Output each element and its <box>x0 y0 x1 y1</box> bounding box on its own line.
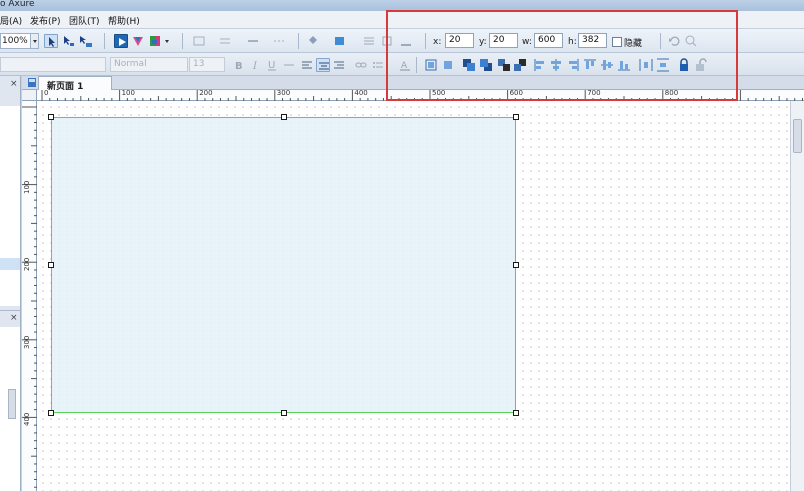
group-icon[interactable] <box>192 34 206 48</box>
strikethrough-icon[interactable] <box>282 58 296 72</box>
fill-color-icon[interactable] <box>306 34 320 48</box>
resize-handle-e[interactable] <box>513 262 519 268</box>
ruler-label: 300 <box>276 89 291 97</box>
menu-team[interactable]: 团队(T) <box>69 14 100 27</box>
svg-text:U: U <box>268 60 275 71</box>
vertical-scrollbar[interactable] <box>790 101 804 491</box>
axure-window: o Axure 局(A) 发布(P) 团队(T) 帮助(H) 100% x: 2… <box>0 0 804 491</box>
svg-text:B: B <box>235 61 243 72</box>
resize-handle-w[interactable] <box>48 262 54 268</box>
menu-help[interactable]: 帮助(H) <box>108 14 140 27</box>
connector-icon[interactable] <box>61 34 75 48</box>
italic-icon[interactable]: I <box>249 58 263 72</box>
zoom-value: 100% <box>2 36 28 46</box>
ruler-ticks <box>22 106 37 488</box>
selected-page-row[interactable] <box>0 258 20 270</box>
menu-layout[interactable]: 局(A) <box>0 14 22 27</box>
scrollbar-thumb[interactable] <box>8 389 16 419</box>
align-left-icon[interactable] <box>300 58 314 72</box>
font-style-select[interactable]: Normal <box>110 57 188 72</box>
underline-icon[interactable]: U <box>265 58 279 72</box>
ruler-label: 200 <box>23 257 31 272</box>
share-icon[interactable] <box>131 34 145 48</box>
align-right-icon[interactable] <box>332 58 346 72</box>
left-sidebar: × × <box>0 76 21 491</box>
close-icon[interactable]: × <box>47 79 55 89</box>
chevron-down-icon[interactable] <box>165 40 169 43</box>
annotation-highlight-box <box>386 10 738 101</box>
menu-publish[interactable]: 发布(P) <box>30 14 60 27</box>
generate-icon[interactable] <box>149 34 163 48</box>
link-icon[interactable] <box>354 58 368 72</box>
ruler-label: 400 <box>354 89 368 97</box>
line-pattern-icon[interactable] <box>272 34 286 48</box>
shadow-icon[interactable] <box>333 34 347 48</box>
resize-handle-n[interactable] <box>281 114 287 120</box>
sitemap-panel <box>0 106 20 306</box>
tab-new-page[interactable]: 新页面 1 × <box>38 76 112 92</box>
scrollbar-thumb[interactable] <box>793 119 802 153</box>
ruler-label: 200 <box>199 89 213 97</box>
select-pointer-icon[interactable] <box>44 34 58 48</box>
resize-handle-sw[interactable] <box>48 410 54 416</box>
bullet-icon[interactable] <box>371 58 385 72</box>
line-style-icon[interactable] <box>218 34 232 48</box>
ruler-label: 300 <box>23 335 31 349</box>
chevron-down-icon[interactable] <box>30 33 39 49</box>
format-painter-icon[interactable] <box>78 34 92 48</box>
ruler-label: 100 <box>23 180 31 194</box>
ruler-label: 0 <box>44 89 49 97</box>
close-icon[interactable]: × <box>10 79 18 89</box>
resize-handle-se[interactable] <box>513 410 519 416</box>
window-title: o Axure <box>0 0 35 9</box>
bold-icon[interactable]: B <box>232 58 246 72</box>
vertical-ruler: 100 200 300 400 <box>22 101 37 491</box>
ruler-label: 100 <box>121 89 135 97</box>
ruler-corner <box>22 90 37 101</box>
close-icon[interactable]: × <box>10 313 18 323</box>
align-lines-icon[interactable] <box>362 34 376 48</box>
line-weight-icon[interactable] <box>246 34 260 48</box>
page-icon <box>27 77 37 88</box>
preview-icon[interactable] <box>114 34 128 48</box>
ruler-label: 400 <box>23 413 31 427</box>
resize-handle-nw[interactable] <box>48 114 54 120</box>
resize-handle-s[interactable] <box>281 410 287 416</box>
panel-header: × <box>0 310 20 326</box>
font-size-select[interactable]: 13 <box>189 57 225 72</box>
resize-handle-ne[interactable] <box>513 114 519 120</box>
rectangle-widget[interactable] <box>48 114 519 416</box>
svg-text:I: I <box>252 61 258 72</box>
font-family-select[interactable] <box>0 57 106 72</box>
align-center-icon[interactable] <box>316 58 330 72</box>
